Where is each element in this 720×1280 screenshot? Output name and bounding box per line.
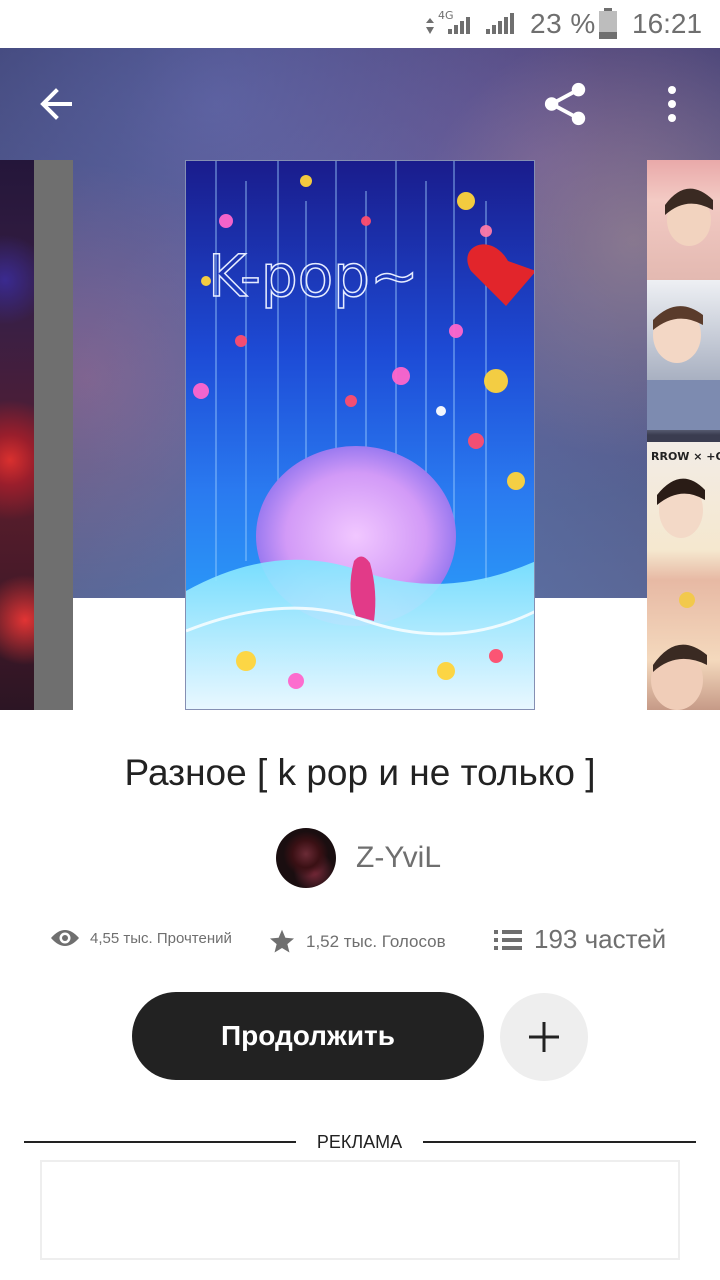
divider <box>24 1141 296 1143</box>
ad-banner[interactable] <box>40 1160 680 1260</box>
ad-label: РЕКЛАМА <box>316 1132 403 1152</box>
cover-next-tag: RROW × +OG <box>651 450 720 463</box>
share-icon <box>544 82 586 126</box>
battery-percent: 23 % <box>530 8 596 39</box>
votes-stat: 1,52 тыс. Голосов <box>268 928 446 956</box>
author-name: Z-YviL <box>356 841 442 874</box>
reads-stat: 4,55 тыс. Прочтений <box>50 928 232 948</box>
svg-text:4G: 4G <box>438 9 454 22</box>
cover-current[interactable]: K-pop~ <box>185 160 535 710</box>
cover-next[interactable]: RROW × +OG <box>647 160 720 710</box>
continue-reading-button[interactable]: Продолжить <box>132 992 484 1080</box>
battery-icon <box>599 8 617 39</box>
star-icon <box>269 929 295 953</box>
signal-strength-icon <box>486 13 514 34</box>
svg-text:K-pop~: K-pop~ <box>208 242 419 310</box>
reads-count: 4,55 тыс. Прочтений <box>90 929 232 947</box>
votes-count: 1,52 тыс. Голосов <box>306 932 446 951</box>
clock: 16:21 <box>632 8 703 39</box>
more-vertical-icon <box>668 86 676 122</box>
cover-art: K-pop~ <box>186 161 534 709</box>
story-stats: 4,55 тыс. Прочтений 1,52 тыс. Голосов 19… <box>0 924 720 964</box>
mobile-data-4g-icon: 4G <box>426 9 470 34</box>
parts-stat[interactable]: 193 частей <box>494 924 666 955</box>
more-options-button[interactable] <box>648 78 696 130</box>
share-button[interactable] <box>542 78 590 130</box>
plus-icon <box>529 1022 559 1052</box>
eye-icon <box>51 930 79 946</box>
divider <box>423 1141 696 1143</box>
arrow-left-icon <box>40 88 72 120</box>
add-to-library-button[interactable] <box>500 993 588 1081</box>
avatar <box>276 828 336 888</box>
cover-next-art <box>647 188 720 710</box>
author-link[interactable]: Z-YviL <box>276 828 441 888</box>
continue-label: Продолжить <box>221 1020 395 1051</box>
parts-count: 193 частей <box>534 924 667 954</box>
story-title: Разное [ k pop и не только ] <box>124 752 596 793</box>
back-button[interactable] <box>32 78 80 130</box>
list-icon <box>494 929 522 950</box>
cover-previous[interactable] <box>0 160 73 710</box>
ad-section-header: РЕКЛАМА <box>24 1128 696 1156</box>
status-bar: 4G 23 % 16:21 <box>0 0 720 48</box>
